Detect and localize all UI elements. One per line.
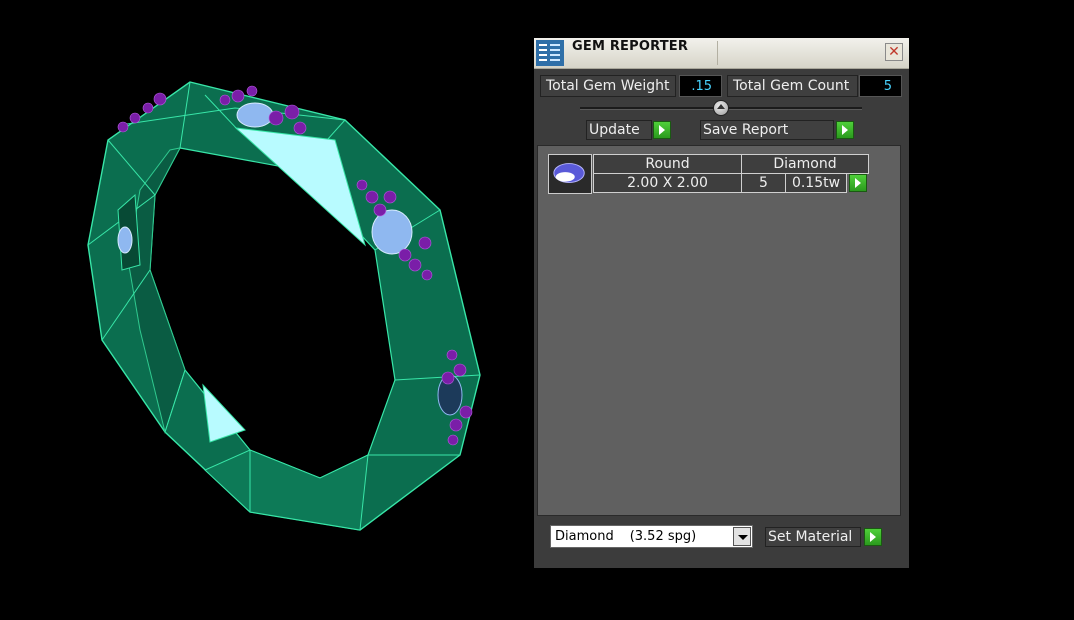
material-name: Diamond (555, 529, 614, 544)
window-title: GEM REPORTER (572, 39, 689, 54)
update-button[interactable]: Update (586, 120, 652, 140)
gem-material-cell[interactable]: Diamond (741, 154, 869, 174)
material-density: (3.52 spg) (629, 529, 697, 544)
gem-reporter-panel: GEM REPORTER ✕ Total Gem Weight .15 Tota… (534, 38, 909, 568)
update-go-icon[interactable] (653, 121, 671, 139)
title-bar[interactable]: GEM REPORTER ✕ (534, 38, 909, 69)
gem-stone (371, 209, 413, 255)
total-gem-weight-label: Total Gem Weight (540, 75, 676, 97)
size-slider-thumb[interactable] (713, 100, 729, 116)
gem-count-cell[interactable]: 5 (741, 173, 786, 193)
close-button[interactable]: ✕ (885, 43, 903, 61)
gem-list: Round Diamond 2.00 X 2.00 5 0.15tw (537, 145, 901, 516)
title-divider (717, 41, 718, 65)
round-gem-icon[interactable] (548, 154, 592, 194)
gem-row-go-icon[interactable] (849, 174, 867, 192)
gem-shape-cell[interactable]: Round (593, 154, 742, 174)
ring-model (87, 81, 481, 531)
set-material-go-icon[interactable] (864, 528, 882, 546)
gem-stone (117, 226, 133, 254)
chevron-down-icon[interactable] (733, 527, 751, 546)
gem-reporter-app-icon (536, 40, 564, 66)
gem-weight-cell[interactable]: 0.15tw (785, 173, 847, 193)
save-report-button[interactable]: Save Report (700, 120, 834, 140)
total-gem-count-label: Total Gem Count (727, 75, 858, 97)
total-gem-weight-value: .15 (679, 75, 722, 97)
total-gem-count-value: 5 (859, 75, 902, 97)
save-report-go-icon[interactable] (836, 121, 854, 139)
material-select[interactable]: Diamond (3.52 spg) (550, 525, 753, 548)
gem-size-cell[interactable]: 2.00 X 2.00 (593, 173, 742, 193)
3d-viewport[interactable] (0, 0, 520, 616)
set-material-button[interactable]: Set Material (765, 527, 861, 547)
gem-stone (236, 102, 274, 128)
